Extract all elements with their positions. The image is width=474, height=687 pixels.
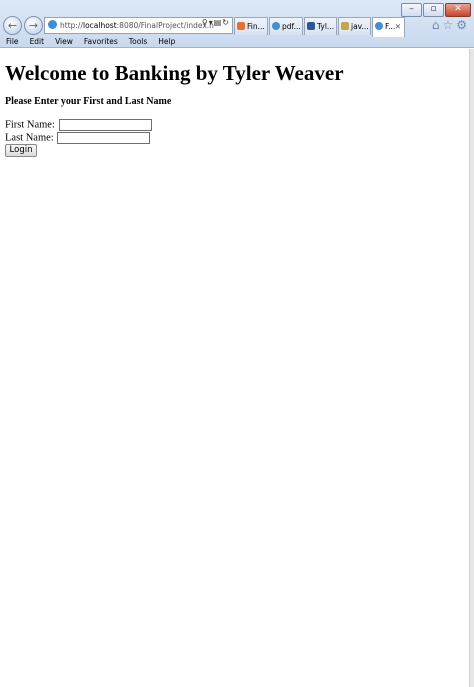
tab-1[interactable]: Fin...	[234, 17, 268, 35]
menu-view[interactable]: View	[49, 36, 78, 48]
tab-active[interactable]: F... ✕	[372, 17, 405, 37]
window-controls: – ▫ ✕	[401, 3, 471, 17]
tab-2[interactable]: pdf...	[269, 17, 303, 35]
menu-bar: File Edit View Favorites Tools Help	[0, 36, 474, 48]
tab-3[interactable]: Tyl...	[304, 17, 337, 35]
first-name-row: First Name:	[5, 119, 152, 131]
maximize-button[interactable]: ▫	[423, 3, 444, 17]
close-window-button[interactable]: ✕	[445, 3, 471, 17]
navigation-row: ← → http://localhost:8080/FinalProject/i…	[0, 16, 474, 37]
browser-chrome: – ▫ ✕ ← → http://localhost:8080/FinalPro…	[0, 0, 474, 48]
page-title: Welcome to Banking by Tyler Weaver	[5, 61, 344, 85]
ie-logo-icon	[48, 20, 57, 29]
menu-edit[interactable]: Edit	[24, 36, 50, 48]
minimize-button[interactable]: –	[401, 3, 422, 17]
url-prefix: http://	[60, 21, 83, 30]
menu-favorites[interactable]: Favorites	[78, 36, 123, 48]
refresh-icon[interactable]: ↻	[222, 18, 230, 27]
menu-tools[interactable]: Tools	[123, 36, 152, 48]
first-name-label: First Name:	[5, 119, 55, 131]
tab-favicon-icon	[272, 22, 280, 30]
url-host: localhost	[82, 21, 117, 30]
vertical-scrollbar[interactable]	[469, 49, 474, 687]
forward-arrow-icon: →	[28, 19, 39, 32]
tab-4[interactable]: jav...	[338, 17, 371, 35]
tab-label: pdf...	[282, 22, 301, 31]
url-path: :8080/FinalProject/index.h	[116, 21, 214, 30]
login-button[interactable]: Login	[5, 144, 37, 157]
compat-view-icon[interactable]: ▤	[214, 18, 223, 27]
close-tab-icon[interactable]: ✕	[395, 18, 401, 35]
gear-icon[interactable]: ⚙	[456, 18, 470, 32]
back-button[interactable]: ←	[3, 16, 22, 35]
tab-favicon-icon	[237, 22, 245, 30]
menu-file[interactable]: File	[0, 36, 24, 48]
page-subtitle: Please Enter your First and Last Name	[5, 96, 172, 107]
address-tools: ⚲▾▤↻	[202, 18, 230, 27]
tab-label: Fin...	[247, 22, 265, 31]
tab-favicon-icon	[375, 22, 383, 30]
address-bar[interactable]: http://localhost:8080/FinalProject/index…	[44, 17, 233, 34]
last-name-input[interactable]	[57, 132, 151, 144]
favorites-star-icon[interactable]: ☆	[442, 18, 456, 32]
last-name-label: Last Name:	[5, 132, 54, 144]
first-name-input[interactable]	[58, 119, 152, 131]
forward-button[interactable]: →	[24, 16, 43, 35]
tab-label: jav...	[351, 22, 369, 31]
page-content: Welcome to Banking by Tyler Weaver Pleas…	[0, 49, 470, 687]
search-icon[interactable]: ⚲	[202, 18, 209, 27]
tab-favicon-icon	[307, 22, 315, 30]
back-arrow-icon: ←	[7, 19, 18, 32]
tab-favicon-icon	[341, 22, 349, 30]
last-name-row: Last Name:	[5, 132, 151, 144]
tab-label: Tyl...	[317, 22, 335, 31]
browser-tools: ⌂☆⚙	[432, 18, 470, 32]
home-icon[interactable]: ⌂	[432, 18, 443, 32]
menu-help[interactable]: Help	[152, 36, 180, 48]
